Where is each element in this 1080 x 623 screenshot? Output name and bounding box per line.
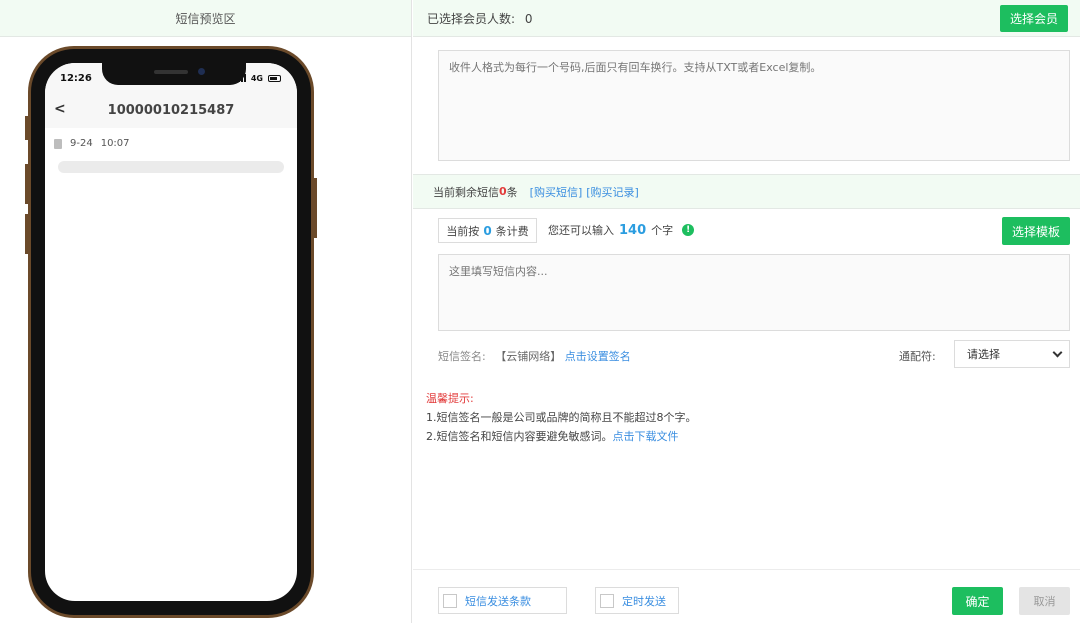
remaining-chars: 您还可以输入 140 个字 ! xyxy=(548,222,695,238)
tip-line-2: 2.短信签名和短信内容要避免敏感词。点击下载文件 xyxy=(426,430,679,443)
message-date: 9-24 xyxy=(70,138,93,149)
sms-terms-checkbox[interactable]: 短信发送条款 xyxy=(438,587,567,614)
wildcard-select[interactable]: 请选择 xyxy=(954,340,1070,368)
confirm-button[interactable]: 确定 xyxy=(952,587,1003,615)
sms-content-input[interactable] xyxy=(438,254,1070,331)
wildcard-selected: 请选择 xyxy=(967,348,1000,361)
set-signature-link[interactable]: 点击设置签名 xyxy=(565,350,631,363)
wildcard-label: 通配符: xyxy=(899,350,936,363)
buy-sms-link[interactable]: [购买短信] xyxy=(530,184,583,200)
purchase-history-link[interactable]: [购买记录] xyxy=(586,184,639,200)
phone-mockup: 12:26 4G < 10000010215487 9-24 10:07 xyxy=(25,46,317,618)
sms-preview-panel: 短信预览区 12:26 4G < 10000010215487 9-24 10:… xyxy=(0,0,412,623)
preview-panel-title: 短信预览区 xyxy=(0,0,411,37)
phone-volume-up xyxy=(25,164,28,204)
select-member-button[interactable]: 选择会员 xyxy=(1000,4,1068,32)
tips-title: 温馨提示: xyxy=(426,392,474,405)
signature-value: 【云铺网络】 xyxy=(495,350,562,363)
select-template-button[interactable]: 选择模板 xyxy=(1002,217,1070,245)
chevron-down-icon xyxy=(1052,347,1063,357)
billing-count: 0 xyxy=(483,223,492,238)
checkbox-box[interactable] xyxy=(443,593,457,608)
selected-members-count: 已选择会员人数: 0 xyxy=(427,11,533,26)
billing-count-box: 当前按 0 条计费 xyxy=(438,218,537,243)
cancel-button[interactable]: 取消 xyxy=(1019,587,1070,615)
phone-volume-down xyxy=(25,214,28,254)
signature-label: 短信签名: xyxy=(438,350,486,363)
message-timestamp: 9-24 10:07 xyxy=(54,138,297,149)
checkbox-box[interactable] xyxy=(600,593,614,608)
form-footer: 短信发送条款 定时发送 确定 取消 xyxy=(413,569,1080,623)
sms-compose-panel: 已选择会员人数: 0 选择会员 当前剩余短信 0 条 [购买短信] [购买记录]… xyxy=(413,0,1080,623)
battery-icon xyxy=(268,74,281,82)
phone-power-button xyxy=(314,178,317,238)
phone-bezel: 12:26 4G < 10000010215487 9-24 10:07 xyxy=(31,49,311,615)
message-preview-bubble xyxy=(58,161,284,173)
recipients-input[interactable] xyxy=(438,50,1070,161)
recipients-header: 已选择会员人数: 0 选择会员 xyxy=(413,0,1080,37)
network-label: 4G xyxy=(250,73,263,83)
tip-line-1: 1.短信签名一般是公司或品牌的简称且不能超过8个字。 xyxy=(426,411,697,424)
phone-clock: 12:26 xyxy=(60,72,92,84)
message-time: 10:07 xyxy=(100,138,130,149)
phone-screen: 12:26 4G < 10000010215487 9-24 10:07 xyxy=(45,63,297,601)
download-file-link[interactable]: 点击下载文件 xyxy=(613,430,679,443)
sim-icon xyxy=(54,138,62,149)
info-icon[interactable]: ! xyxy=(682,224,695,236)
tips-section: 温馨提示: 1.短信签名一般是公司或品牌的简称且不能超过8个字。 2.短信签名和… xyxy=(426,389,697,446)
sms-balance-count: 0 xyxy=(499,185,507,198)
contact-number: 10000010215487 xyxy=(107,103,235,118)
sms-balance-bar: 当前剩余短信 0 条 [购买短信] [购买记录] xyxy=(413,174,1080,209)
timed-send-checkbox[interactable]: 定时发送 xyxy=(595,587,679,614)
phone-mute-switch xyxy=(25,116,28,140)
back-icon[interactable]: < xyxy=(54,101,66,117)
camera-icon xyxy=(198,68,205,75)
sms-terms-label[interactable]: 短信发送条款 xyxy=(465,593,531,609)
remaining-chars-count: 140 xyxy=(619,222,647,238)
speaker-icon xyxy=(154,70,188,74)
phone-notch xyxy=(102,63,246,85)
timed-send-label[interactable]: 定时发送 xyxy=(622,593,666,609)
signature-row: 短信签名: 【云铺网络】 点击设置签名 xyxy=(438,348,631,364)
message-nav-bar: < 10000010215487 xyxy=(45,93,297,128)
